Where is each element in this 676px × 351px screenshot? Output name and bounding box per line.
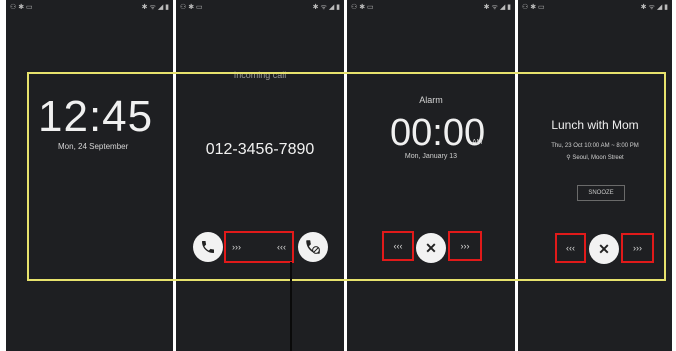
alarm-time: 00:00 bbox=[390, 112, 486, 154]
lock-date: Mon, 24 September bbox=[58, 142, 129, 151]
alarm-right-arrows[interactable]: ››› bbox=[448, 231, 482, 261]
event-location-text: Seoul, Moon Street bbox=[572, 155, 624, 161]
caller-number: 012-3456-7890 bbox=[205, 141, 315, 158]
event-right-arrows[interactable]: ››› bbox=[621, 233, 654, 263]
close-icon: ✕ bbox=[598, 240, 610, 257]
status-bar: ⚇ ✱ ▭ ✱ ᯤ ◢ ▮ bbox=[6, 3, 173, 13]
event-dismiss-button[interactable]: ✕ bbox=[589, 234, 619, 264]
event-time: Thu, 23 Oct 10:00 AM ~ 8:00 PM bbox=[551, 143, 639, 149]
status-right-icons: ✱ ᯤ ◢ ▮ bbox=[141, 4, 169, 11]
swipe-right-arrows: ››› bbox=[232, 242, 241, 252]
incoming-call-panel: ⚇ ✱ ▭ ✱ ᯤ ◢ ▮ Incoming call 012-3456-789… bbox=[176, 0, 344, 351]
pointer-line bbox=[290, 262, 292, 351]
location-pin-icon: ⚲ bbox=[566, 155, 571, 161]
phone-answer-icon bbox=[202, 241, 214, 253]
event-title: Lunch with Mom bbox=[551, 118, 639, 132]
event-reminder-panel: ⚇ ✱ ▭ ✱ ᯤ ◢ ▮ Lunch with Mom Thu, 23 Oct… bbox=[518, 0, 672, 351]
lock-clock: 12:45 bbox=[38, 92, 154, 141]
alarm-title: Alarm bbox=[419, 95, 443, 105]
alarm-ampm: AM bbox=[472, 139, 483, 146]
snooze-button[interactable]: SNOOZE bbox=[577, 185, 625, 201]
status-left-icons: ⚇ ✱ ▭ bbox=[10, 4, 33, 11]
alarm-date: Mon, January 13 bbox=[404, 153, 458, 160]
answer-call-button[interactable] bbox=[193, 232, 223, 262]
call-swipe-track[interactable]: ››› ‹‹‹ bbox=[224, 231, 294, 263]
alarm-panel: ⚇ ✱ ▭ ✱ ᯤ ◢ ▮ Alarm 00:00 AM Mon, Januar… bbox=[347, 0, 515, 351]
status-bar: ⚇ ✱ ▭ ✱ ᯤ ◢ ▮ bbox=[176, 3, 344, 13]
status-left-icons: ⚇ ✱ ▭ bbox=[522, 4, 545, 11]
event-left-arrows[interactable]: ‹‹‹ bbox=[555, 233, 586, 263]
incoming-call-label: Incoming call bbox=[233, 70, 287, 80]
status-right-icons: ✱ ᯤ ◢ ▮ bbox=[640, 4, 668, 11]
alarm-left-arrows[interactable]: ‹‹‹ bbox=[382, 231, 414, 261]
event-location: ⚲ Seoul, Moon Street bbox=[518, 154, 672, 161]
close-icon: ✕ bbox=[425, 239, 437, 256]
status-right-icons: ✱ ᯤ ◢ ▮ bbox=[483, 4, 511, 11]
status-bar: ⚇ ✱ ▭ ✱ ᯤ ◢ ▮ bbox=[347, 3, 515, 13]
decline-call-button[interactable] bbox=[298, 232, 328, 262]
status-right-icons: ✱ ᯤ ◢ ▮ bbox=[312, 4, 340, 11]
swipe-left-arrows: ‹‹‹ bbox=[277, 242, 286, 252]
status-left-icons: ⚇ ✱ ▭ bbox=[180, 4, 203, 11]
lockscreen-panel: ⚇ ✱ ▭ ✱ ᯤ ◢ ▮ 12:45 Mon, 24 September bbox=[6, 0, 173, 351]
status-bar: ⚇ ✱ ▭ ✱ ᯤ ◢ ▮ bbox=[518, 3, 672, 13]
alarm-dismiss-button[interactable]: ✕ bbox=[416, 233, 446, 263]
phone-decline-icon bbox=[306, 240, 320, 254]
status-left-icons: ⚇ ✱ ▭ bbox=[351, 4, 374, 11]
